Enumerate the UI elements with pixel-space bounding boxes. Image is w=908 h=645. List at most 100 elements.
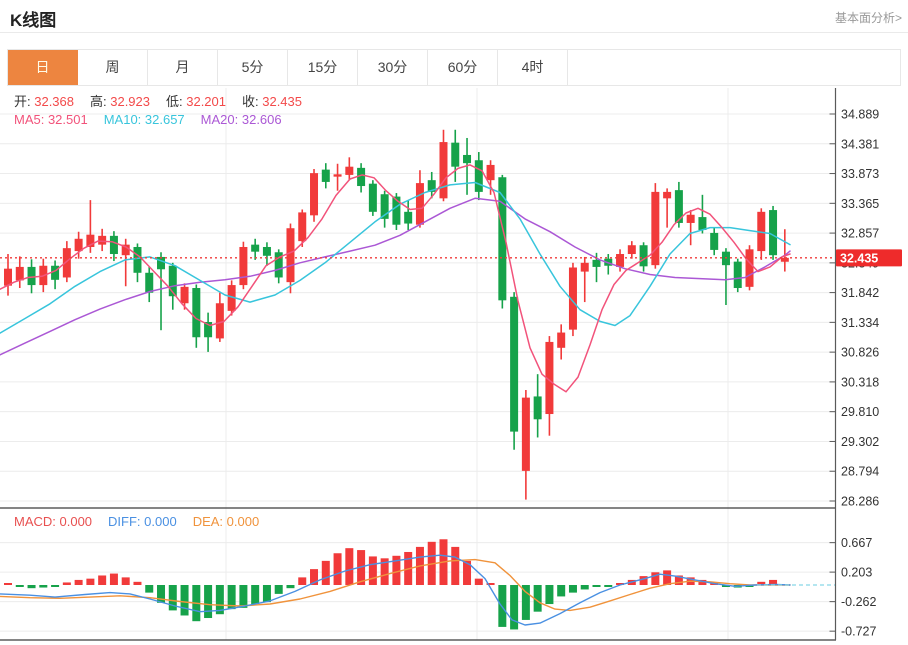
ohlc-legend-open: 开: 32.368 xyxy=(14,94,74,109)
y-axis-label: 34.381 xyxy=(841,137,879,151)
candle xyxy=(157,257,165,269)
macd-bar xyxy=(110,574,118,585)
candle xyxy=(710,233,718,250)
candle xyxy=(640,245,648,266)
macd-bar xyxy=(251,585,259,604)
tab-30min[interactable]: 30分 xyxy=(358,50,428,85)
macd-bar xyxy=(298,577,306,585)
candle xyxy=(487,165,495,180)
candle xyxy=(286,228,294,282)
candle xyxy=(593,260,601,267)
candle xyxy=(98,236,106,245)
tab-day[interactable]: 日 xyxy=(8,50,78,85)
ohlc-legend-low: 低: 32.201 xyxy=(166,94,226,109)
tab-60min[interactable]: 60分 xyxy=(428,50,498,85)
y-axis-label: 30.318 xyxy=(841,375,879,389)
macd-bar xyxy=(345,548,353,585)
kline-chart[interactable]: 34.88934.38133.87333.36532.85732.34931.8… xyxy=(0,88,908,645)
macd-bar xyxy=(98,575,106,585)
tab-week[interactable]: 周 xyxy=(78,50,148,85)
candle xyxy=(557,333,565,348)
ohlc-legend-close: 收: 32.435 xyxy=(242,94,302,109)
y-axis-label: 31.842 xyxy=(841,286,879,300)
ma-legend: MA5: 32.501MA10: 32.657MA20: 32.606 xyxy=(14,112,298,127)
candle xyxy=(687,215,695,223)
current-price-badge: 32.435 xyxy=(836,249,902,266)
macd-bar xyxy=(663,570,671,585)
y-axis-label: 33.365 xyxy=(841,197,879,211)
y-axis-labels: 34.88934.38133.87333.36532.85732.34931.8… xyxy=(841,108,879,639)
macd-bar xyxy=(557,585,565,596)
macd-bar xyxy=(51,585,59,587)
y-axis-label: 29.810 xyxy=(841,405,879,419)
macd-bar xyxy=(369,556,377,585)
candle xyxy=(145,273,153,293)
y-axis-label: 29.302 xyxy=(841,435,879,449)
macd-bar xyxy=(640,576,648,585)
candle xyxy=(322,170,330,182)
y-axis-label: 0.667 xyxy=(841,536,872,550)
candle xyxy=(651,192,659,265)
candle xyxy=(534,396,542,419)
y-axis-label: 28.286 xyxy=(841,495,879,509)
macd-bar xyxy=(86,579,94,585)
header-divider xyxy=(0,32,908,33)
macd-legend-dea: DEA: 0.000 xyxy=(193,514,260,529)
macd-histogram xyxy=(4,539,777,629)
macd-bar xyxy=(581,585,589,589)
candle xyxy=(628,245,636,254)
candle xyxy=(522,398,530,471)
macd-bar xyxy=(16,585,24,587)
page-title: K线图 xyxy=(10,6,56,31)
candle xyxy=(698,217,706,230)
y-axis-label: 34.889 xyxy=(841,108,879,122)
macd-bar xyxy=(28,585,36,588)
macd-bar xyxy=(275,585,283,594)
candle xyxy=(781,258,789,262)
candle xyxy=(263,247,271,256)
ma-legend-ma20: MA20: 32.606 xyxy=(201,112,282,127)
macd-bar xyxy=(63,582,71,585)
macd-bar xyxy=(145,585,153,593)
macd-bar xyxy=(569,585,577,593)
tab-15min[interactable]: 15分 xyxy=(288,50,358,85)
macd-bar xyxy=(451,547,459,585)
macd-bar xyxy=(39,585,47,588)
macd-bar xyxy=(604,585,612,587)
macd-bar xyxy=(239,585,247,608)
candle xyxy=(216,303,224,338)
candle xyxy=(181,287,189,303)
candle xyxy=(746,249,754,287)
candle xyxy=(239,247,247,285)
y-axis-label: -0.262 xyxy=(841,595,876,609)
macd-bar xyxy=(263,585,271,602)
macd-bar xyxy=(322,561,330,585)
tab-5min[interactable]: 5分 xyxy=(218,50,288,85)
tab-month[interactable]: 月 xyxy=(148,50,218,85)
current-price-label: 32.435 xyxy=(840,251,878,265)
interval-tabbar: 日周月5分15分30分60分4时 xyxy=(7,49,901,86)
candle xyxy=(404,212,412,224)
candle xyxy=(416,183,424,225)
ohlc-legend-high: 高: 32.923 xyxy=(90,94,150,109)
tab-4hour[interactable]: 4时 xyxy=(498,50,568,85)
candle xyxy=(369,184,377,212)
macd-legend-macd: MACD: 0.000 xyxy=(14,514,92,529)
candle xyxy=(510,297,518,432)
candle xyxy=(345,167,353,175)
candle xyxy=(663,192,671,198)
candle xyxy=(734,262,742,288)
candle xyxy=(334,174,342,176)
candle xyxy=(581,263,589,272)
candle xyxy=(463,155,471,163)
y-axis-label: 28.794 xyxy=(841,465,879,479)
candle xyxy=(133,247,141,273)
macd-bar xyxy=(334,553,342,585)
y-axis-label: 31.334 xyxy=(841,316,879,330)
ma-legend-ma10: MA10: 32.657 xyxy=(104,112,185,127)
fundamental-analysis-link[interactable]: 基本面分析> xyxy=(835,9,902,26)
y-axis-label: 32.857 xyxy=(841,227,879,241)
y-axis-label: -0.727 xyxy=(841,625,876,639)
candle xyxy=(475,160,483,192)
macd-bar xyxy=(204,585,212,618)
